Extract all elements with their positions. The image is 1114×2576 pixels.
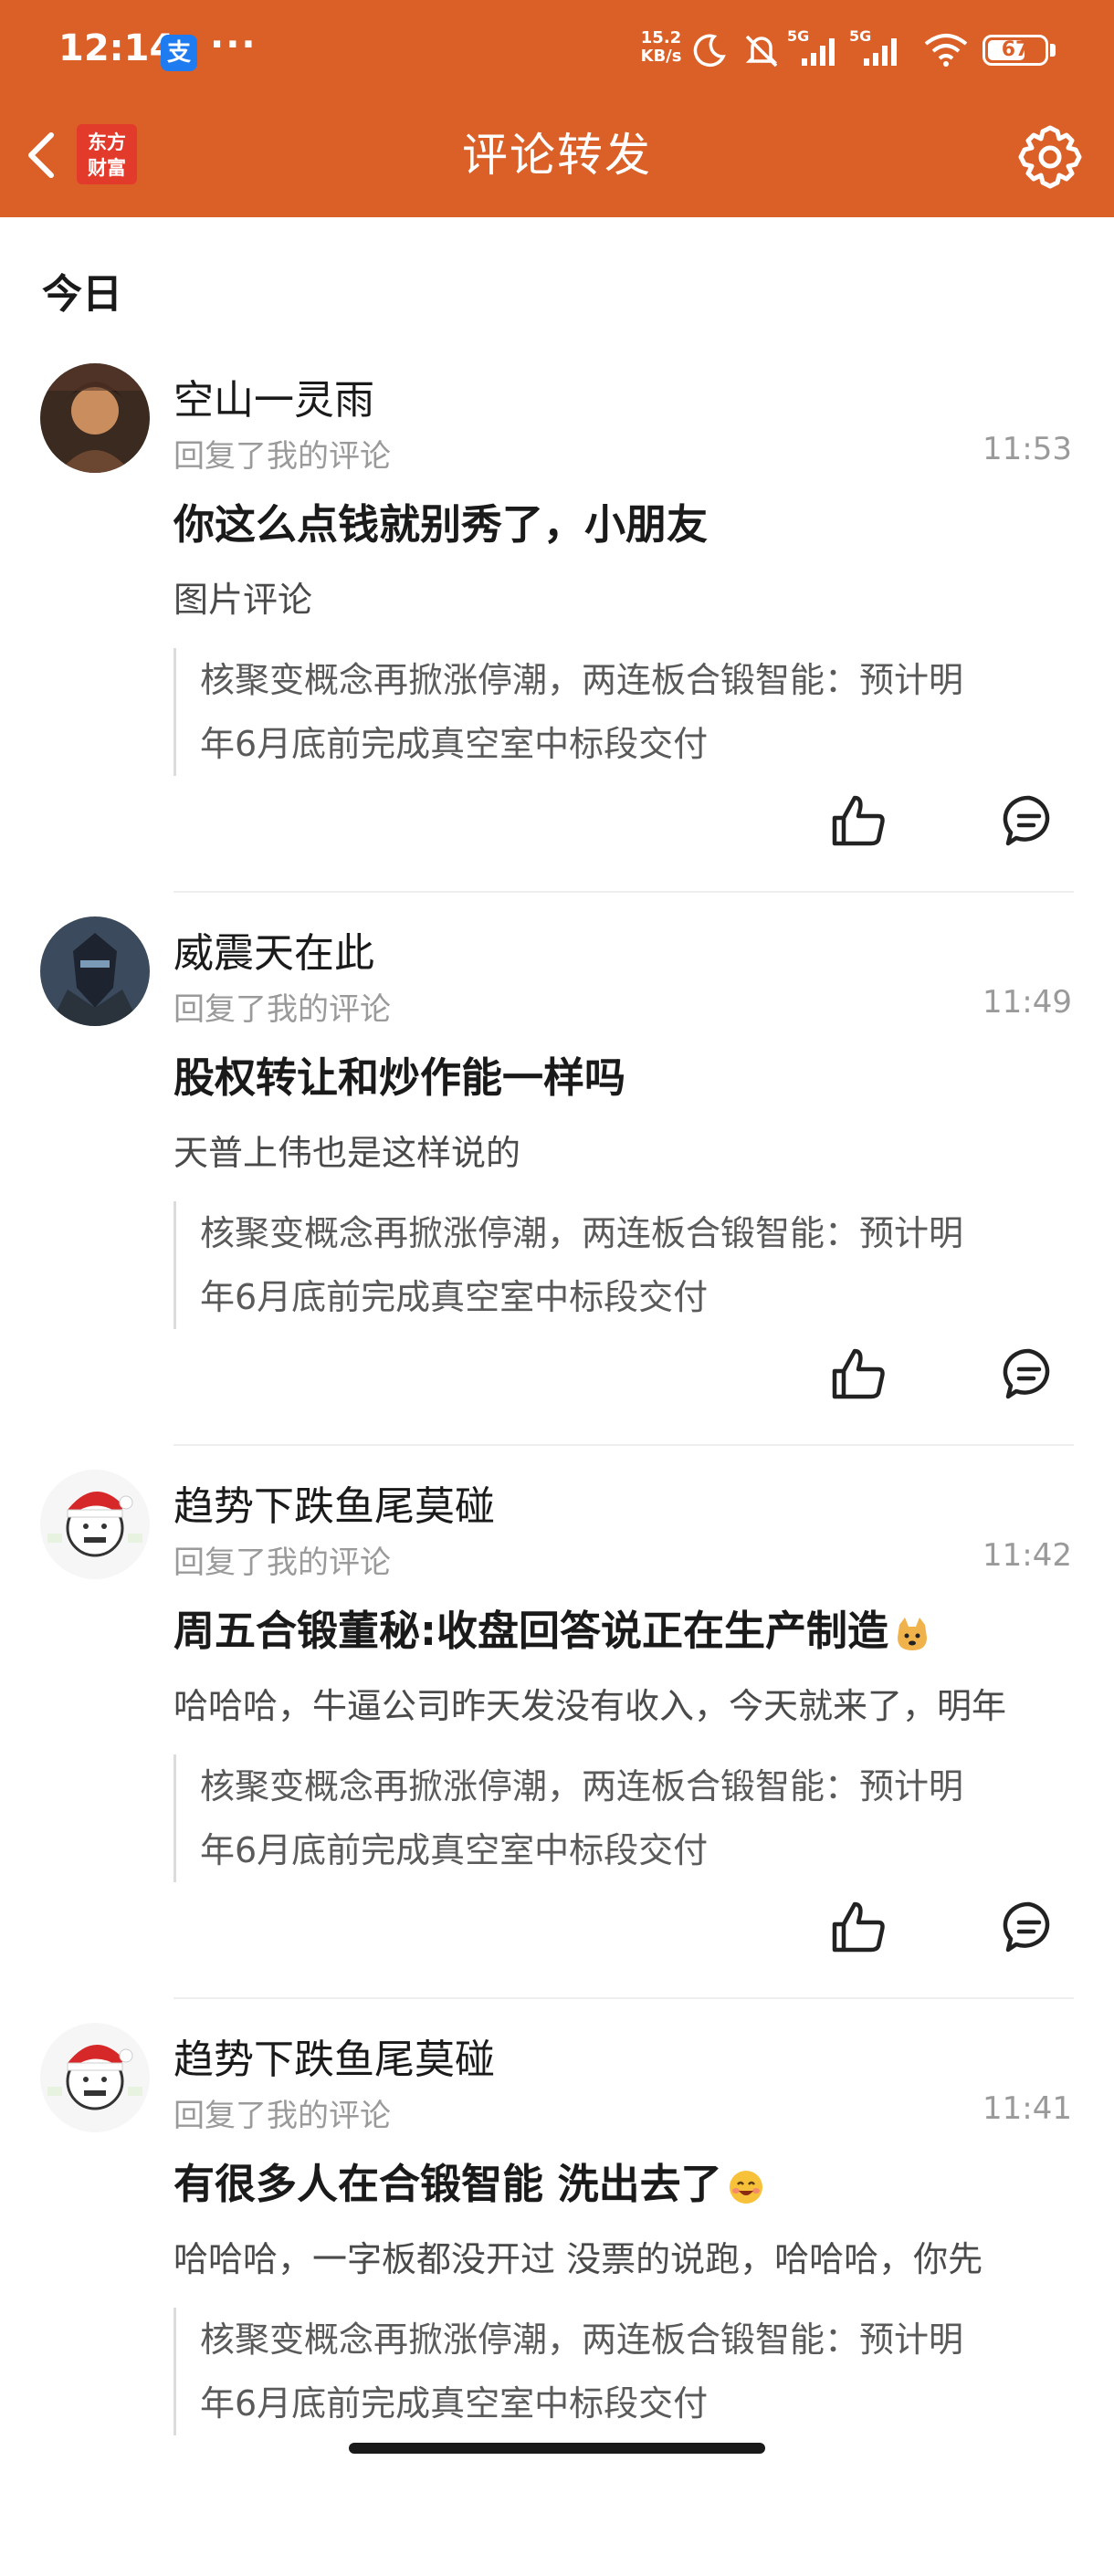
reply-text: 有很多人在合锻智能 洗出去了	[173, 2151, 764, 2210]
comment-time: 11:42	[983, 1537, 1072, 1574]
comment-bubble-icon[interactable]	[1001, 792, 1057, 849]
reply-label: 回复了我的评论	[173, 2098, 391, 2134]
battery-level: 67	[1001, 38, 1030, 61]
divider	[173, 1997, 1074, 1999]
section-today: 今日	[42, 271, 122, 318]
battery-icon: 67	[983, 35, 1048, 66]
status-time: 12:14	[58, 27, 175, 69]
reply-text: 你这么点钱就别秀了，小朋友	[173, 500, 709, 549]
reply-label: 回复了我的评论	[173, 1545, 391, 1581]
moon-icon	[693, 34, 726, 68]
network-speed: 15.2 KB/s	[634, 29, 688, 66]
status-bar: 12:14 支 ··· 15.2 KB/s 5G 5G 67	[0, 0, 1114, 100]
article-quote[interactable]: 核聚变概念再掀涨停潮，两连板合锻智能：预计明 年6月底前完成真空室中标段交付	[173, 648, 1077, 776]
reply-label: 回复了我的评论	[173, 991, 391, 1028]
smile-emoji-icon	[729, 2171, 762, 2204]
reply-label: 回复了我的评论	[173, 438, 391, 475]
wifi-icon	[924, 34, 968, 67]
comment-username[interactable]: 趋势下跌鱼尾莫碰	[173, 1473, 495, 1532]
app-header: 12:14 支 ··· 15.2 KB/s 5G 5G 67 东方 财富 评论转…	[0, 0, 1114, 217]
avatar[interactable]	[40, 363, 150, 473]
comment-card[interactable]: 趋势下跌鱼尾莫碰 回复了我的评论 11:41 有很多人在合锻智能 洗出去了 哈哈…	[0, 2023, 1114, 2576]
comment-card[interactable]: 趋势下跌鱼尾莫碰 回复了我的评论 11:42 周五合锻董秘:收盘回答说正在生产制…	[0, 1470, 1114, 2023]
comment-card[interactable]: 空山一灵雨 回复了我的评论 11:53 你这么点钱就别秀了，小朋友 图片评论 核…	[0, 363, 1114, 916]
article-quote[interactable]: 核聚变概念再掀涨停潮，两连板合锻智能：预计明 年6月底前完成真空室中标段交付	[173, 1754, 1077, 1882]
avatar[interactable]	[40, 1470, 150, 1579]
comment-username[interactable]: 威震天在此	[173, 920, 374, 979]
thumbs-up-icon[interactable]	[829, 1344, 889, 1404]
comment-card[interactable]: 威震天在此 回复了我的评论 11:49 股权转让和炒作能一样吗 天普上伟也是这样…	[0, 916, 1114, 1470]
my-comment-text: 哈哈哈，牛逼公司昨天发没有收入，今天就来了，明年	[173, 1686, 1007, 1726]
doge-emoji-icon	[898, 1618, 927, 1650]
comment-time: 11:53	[983, 431, 1072, 467]
article-quote[interactable]: 核聚变概念再掀涨停潮，两连板合锻智能：预计明 年6月底前完成真空室中标段交付	[173, 1201, 1077, 1329]
mute-bell-icon	[745, 35, 778, 68]
comment-bubble-icon[interactable]	[1001, 1346, 1057, 1402]
signal-strength-icon	[802, 38, 835, 66]
thumbs-up-icon[interactable]	[829, 1897, 889, 1957]
more-notifications-icon: ···	[210, 24, 257, 66]
network-speed-value: 15.2	[640, 28, 682, 47]
my-comment-text: 哈哈哈，一字板都没开过 没票的说跑，哈哈哈，你先	[173, 2239, 983, 2279]
comment-username[interactable]: 趋势下跌鱼尾莫碰	[173, 2026, 495, 2085]
signal-strength-2-icon	[864, 38, 897, 66]
divider	[173, 891, 1074, 893]
reply-text: 股权转让和炒作能一样吗	[173, 1053, 626, 1102]
gear-icon[interactable]	[1015, 122, 1085, 192]
alipay-notification-icon: 支	[161, 35, 197, 71]
avatar[interactable]	[40, 2023, 150, 2132]
comment-username[interactable]: 空山一灵雨	[173, 367, 374, 425]
reply-text: 周五合锻董秘:收盘回答说正在生产制造	[173, 1597, 930, 1657]
my-comment-text: 图片评论	[173, 580, 313, 620]
comment-time: 11:41	[983, 2090, 1072, 2127]
thumbs-up-icon[interactable]	[829, 791, 889, 851]
home-indicator[interactable]	[349, 2443, 765, 2454]
article-quote[interactable]: 核聚变概念再掀涨停潮，两连板合锻智能：预计明 年6月底前完成真空室中标段交付	[173, 2308, 1077, 2435]
comment-time: 11:49	[983, 984, 1072, 1021]
divider	[173, 1444, 1074, 1446]
my-comment-text: 天普上伟也是这样说的	[173, 1133, 521, 1173]
page-title: 评论转发	[462, 129, 652, 182]
comment-bubble-icon[interactable]	[1001, 1899, 1057, 1955]
network-speed-unit: KB/s	[640, 47, 682, 66]
avatar[interactable]	[40, 916, 150, 1026]
